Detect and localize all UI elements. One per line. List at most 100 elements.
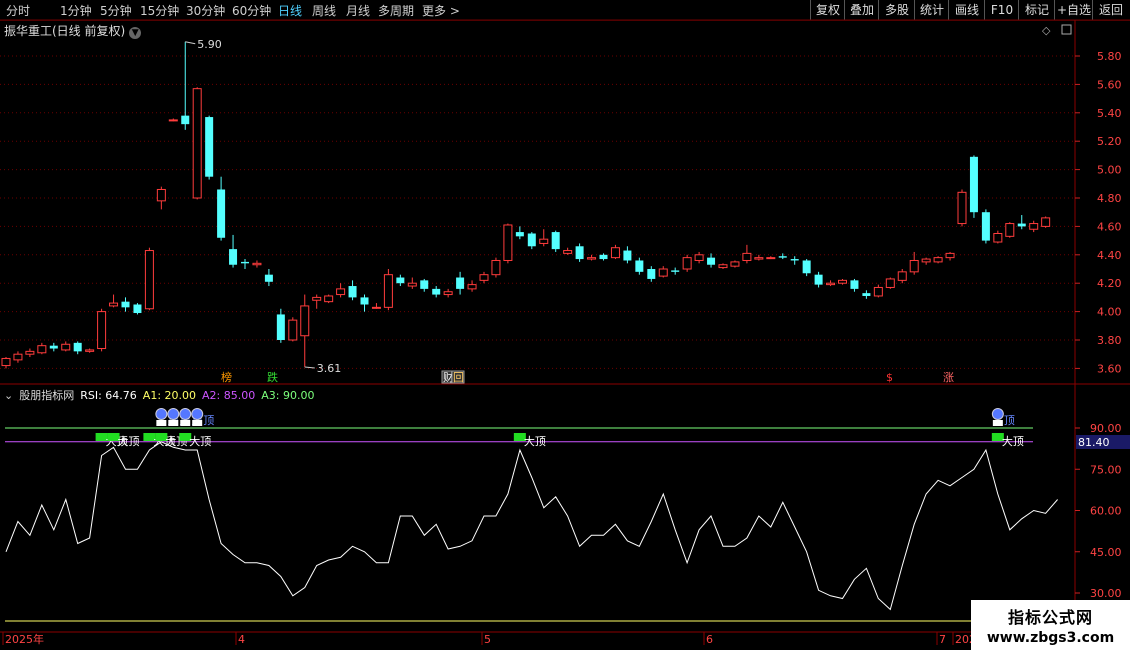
- date-tick-label: 5: [484, 633, 491, 646]
- candle: [312, 294, 322, 309]
- candle: [181, 41, 190, 130]
- candle: [1017, 215, 1026, 230]
- candle: [156, 186, 166, 210]
- event-marker[interactable]: $: [886, 371, 893, 384]
- candle: [25, 348, 35, 358]
- event-marker[interactable]: 榜: [221, 370, 232, 384]
- current-rsi-tag: 81.40: [1078, 436, 1110, 449]
- event-marker[interactable]: 跌: [267, 370, 278, 384]
- candle: [121, 297, 130, 312]
- top-signal-bar: [180, 420, 191, 426]
- candle: [885, 277, 895, 289]
- price-tick-label: 3.60: [1097, 362, 1122, 375]
- candle: [252, 260, 262, 268]
- candle: [527, 232, 536, 250]
- candle: [37, 342, 47, 355]
- top-face-icon: [179, 408, 192, 420]
- logo-url: www.zbgs3.com: [986, 630, 1115, 646]
- candle: [993, 230, 1003, 244]
- candle: [790, 256, 799, 265]
- candle: [324, 294, 334, 304]
- candle: [826, 280, 836, 287]
- candle: [671, 267, 680, 275]
- chart-canvas[interactable]: ◇ 5.80 5.60 5.40 5.20 5.00 4.80 4.60 4.40 4.20 4.…: [0, 0, 1130, 650]
- price-tick-label: 5.40: [1097, 107, 1122, 120]
- candle: [623, 246, 632, 264]
- price-tick-label: 4.40: [1097, 249, 1122, 262]
- price-tick-label: 4.80: [1097, 192, 1122, 205]
- candle: [420, 278, 429, 292]
- candle: [97, 308, 107, 352]
- candle: [396, 274, 405, 287]
- candle: [933, 256, 943, 264]
- price-tick-label: 4.20: [1097, 277, 1122, 290]
- candle: [360, 294, 369, 312]
- rsi-tick-label: 45.00: [1090, 546, 1122, 559]
- big-top-label: 大顶: [1002, 434, 1024, 448]
- candle: [778, 253, 787, 260]
- candle: [647, 266, 656, 282]
- candle: [229, 234, 238, 268]
- rsi-tick-label: 90.00: [1090, 422, 1122, 435]
- candle: [192, 87, 202, 200]
- candle: [610, 244, 620, 260]
- candle: [144, 247, 154, 311]
- site-logo: 指标公式网 www.zbgs3.com: [971, 600, 1130, 650]
- candle: [336, 283, 346, 298]
- top-face-icon: [991, 408, 1004, 420]
- candle: [754, 254, 764, 261]
- candle: [921, 257, 931, 265]
- candle: [61, 341, 71, 352]
- big-top-label: 大顶: [118, 434, 140, 448]
- candle: [503, 223, 513, 264]
- candle: [909, 251, 919, 275]
- price-tick-label: 5.20: [1097, 135, 1122, 148]
- candle: [802, 259, 811, 277]
- rsi-tick-label: 60.00: [1090, 505, 1122, 518]
- candle: [217, 176, 226, 241]
- big-top-label: 大顶: [189, 434, 211, 448]
- candle: [371, 303, 381, 309]
- top-face-icon: [167, 408, 180, 420]
- candle: [945, 251, 955, 261]
- candle: [13, 351, 23, 363]
- event-marker[interactable]: 涨: [943, 371, 954, 384]
- date-tick-label: 2025年: [5, 632, 44, 646]
- candle: [838, 278, 847, 285]
- candle: [49, 342, 58, 352]
- candle: [1, 357, 11, 369]
- price-tick-label: 5.00: [1097, 164, 1122, 177]
- candle: [862, 290, 871, 299]
- date-tick-label: 7: [939, 633, 946, 646]
- top-signal-bar: [192, 420, 203, 426]
- candle: [479, 271, 489, 284]
- date-tick-label: 4: [238, 633, 245, 646]
- event-marker[interactable]: 回: [453, 371, 464, 384]
- candle: [587, 254, 597, 261]
- top-signal-bar: [992, 420, 1003, 426]
- candle: [168, 118, 178, 122]
- low-price-label: 3.61: [317, 362, 342, 375]
- candle: [456, 271, 465, 295]
- candle: [241, 259, 249, 269]
- date-tick-label: 6: [706, 633, 713, 646]
- diamond-icon[interactable]: ◇: [1042, 24, 1051, 37]
- price-tick-label: 5.60: [1097, 78, 1122, 91]
- top-signal-bar: [168, 420, 179, 426]
- candle: [288, 317, 298, 342]
- candle: [515, 226, 524, 240]
- candle: [682, 254, 692, 272]
- candle: [730, 260, 740, 268]
- price-tick-label: 5.80: [1097, 50, 1122, 63]
- top-face-icon: [191, 408, 204, 420]
- window-toggle-icon[interactable]: [1061, 24, 1072, 35]
- price-tick-label: 4.00: [1097, 306, 1122, 319]
- high-price-label: 5.90: [197, 38, 222, 51]
- candle: [443, 288, 453, 298]
- price-tick-label: 4.60: [1097, 220, 1122, 233]
- candle: [73, 341, 82, 355]
- candle: [109, 294, 119, 308]
- candle: [348, 280, 357, 301]
- candle: [1005, 222, 1015, 238]
- candle: [276, 308, 285, 343]
